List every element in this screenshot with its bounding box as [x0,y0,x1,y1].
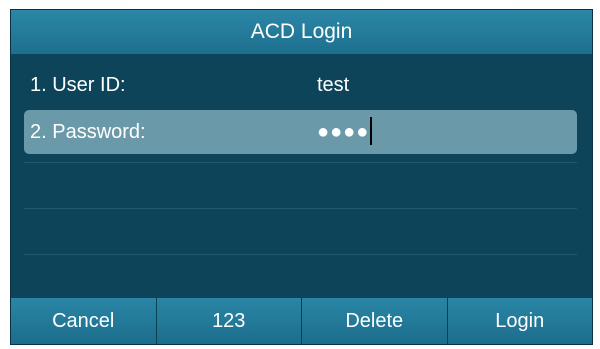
password-masked-value: ●●●● [317,121,370,143]
password-field[interactable]: 2. Password: ●●●● [24,110,577,154]
user-id-value[interactable]: test [317,63,349,107]
password-input[interactable]: ●●●● [317,110,373,154]
text-cursor [370,116,373,145]
row-divider [24,254,577,255]
password-label: 2. Password: [30,121,146,143]
row-divider [24,162,577,163]
softkey-bar: Cancel 123 Delete Login [11,298,592,344]
acd-login-screen: ACD Login 1. User ID: test 2. Password: … [10,9,593,345]
screen-title: ACD Login [11,10,592,54]
user-id-field[interactable]: 1. User ID: test [24,63,577,107]
user-id-label: 1. User ID: [30,74,126,96]
login-button[interactable]: Login [446,298,592,344]
cancel-button[interactable]: Cancel [11,298,156,344]
delete-button[interactable]: Delete [301,298,447,344]
phone-display-frame: ACD Login 1. User ID: test 2. Password: … [0,0,600,349]
input-mode-button[interactable]: 123 [155,298,301,344]
row-divider [24,208,577,209]
